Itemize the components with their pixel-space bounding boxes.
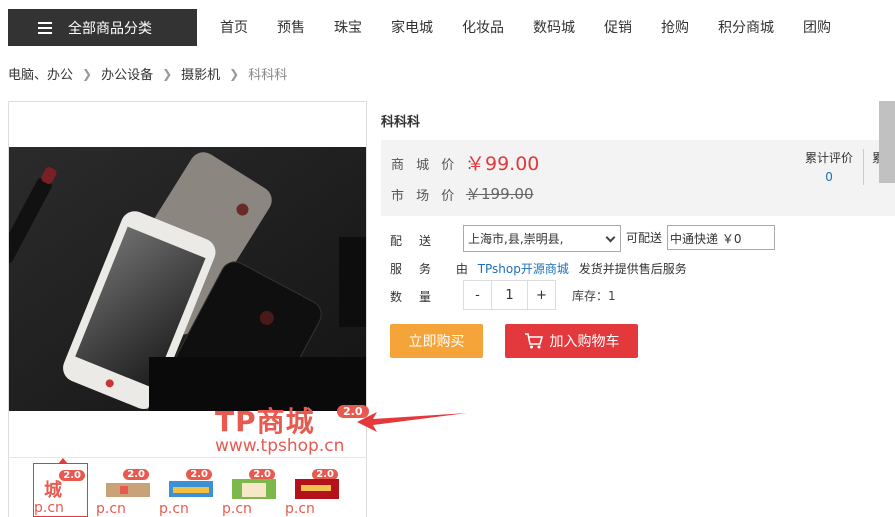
product-main-image[interactable] xyxy=(9,147,366,411)
review-count-link[interactable]: 0 xyxy=(805,170,853,184)
thumbnail-5[interactable]: 2.0 p.cn xyxy=(285,463,340,517)
shop-link[interactable]: TPshop开源商城 xyxy=(478,262,569,276)
nav-item-flash-sale[interactable]: 抢购 xyxy=(661,17,689,37)
price-box: 商 城 价 ： ￥99.00 市 场 价 ： ￥199.00 累计评价 0 累 xyxy=(381,140,895,216)
nav-item-home[interactable]: 首页 xyxy=(220,17,248,37)
chevron-down-icon xyxy=(605,232,616,243)
nav-item-presale[interactable]: 预售 xyxy=(277,17,305,37)
thumbnail-3[interactable]: 2.0 p.cn xyxy=(159,463,214,517)
express-option[interactable]: 中通快递 ￥0 xyxy=(667,225,775,250)
service-suffix: 发货并提供售后服务 xyxy=(578,262,687,276)
nav-item-appliances[interactable]: 家电城 xyxy=(391,17,433,37)
review-summary: 累计评价 0 xyxy=(805,149,853,184)
thumbnail-strip: 2.0 城 p.cn 2.0 p.cn 2.0 p.cn 2.0 p.cn 2.… xyxy=(33,463,348,517)
breadcrumb: 电脑、办公 ❯ 办公设备 ❯ 摄影机 ❯ 科科科 xyxy=(8,64,288,84)
thumb-url: p.cn xyxy=(96,501,126,517)
top-nav: 全部商品分类 首页 预售 珠宝 家电城 化妆品 数码城 促销 抢购 积分商城 团… xyxy=(0,0,895,56)
quantity-minus-button[interactable]: - xyxy=(463,280,492,310)
quantity-label: 数量 xyxy=(390,290,449,304)
cart-icon xyxy=(524,333,543,349)
thumb-url: p.cn xyxy=(222,501,252,517)
nav-item-digital[interactable]: 数码城 xyxy=(533,17,575,37)
crumb-camcorder[interactable]: 摄影机 xyxy=(181,64,220,83)
thumb-url: p.cn xyxy=(159,501,189,517)
crumb-office-equipment[interactable]: 办公设备 xyxy=(101,64,153,83)
stock-count: 库存：1 xyxy=(572,289,616,303)
service-prefix: 由 xyxy=(455,262,468,276)
main-menu: 首页 预售 珠宝 家电城 化妆品 数码城 促销 抢购 积分商城 团购 xyxy=(220,17,860,37)
crumb-computers-office[interactable]: 电脑、办公 xyxy=(8,64,73,83)
buy-now-button[interactable]: 立即购买 xyxy=(390,324,483,358)
service-row: 服务 由 TPshop开源商城 发货并提供售后服务 xyxy=(390,260,687,277)
annotation-arrow-icon xyxy=(357,412,467,432)
divider xyxy=(863,149,864,185)
nav-item-jewelry[interactable]: 珠宝 xyxy=(334,17,362,37)
add-to-cart-label: 加入购物车 xyxy=(549,334,620,350)
quantity-input[interactable]: 1 xyxy=(492,280,527,310)
service-label: 服务 xyxy=(390,262,449,276)
can-ship-label: 可配送 xyxy=(626,231,663,245)
market-price: ￥199.00 xyxy=(466,185,534,203)
watermark-title: TP商城 xyxy=(215,405,315,438)
nav-item-promotion[interactable]: 促销 xyxy=(604,17,632,37)
quantity-plus-button[interactable]: + xyxy=(527,280,556,310)
nav-item-group-buy[interactable]: 团购 xyxy=(803,17,831,37)
nav-item-cosmetics[interactable]: 化妆品 xyxy=(462,17,504,37)
all-categories-button[interactable]: 全部商品分类 xyxy=(8,9,197,46)
product-gallery: TP商城 2.0 www.tpshop.cn xyxy=(8,101,369,517)
chevron-right-icon: ❯ xyxy=(162,66,173,81)
quantity-stepper: - 1 + xyxy=(463,280,556,310)
watermark-url: www.tpshop.cn xyxy=(215,436,345,456)
shipping-region-value: 上海市,县,崇明县, xyxy=(468,232,564,246)
crumb-current-product: 科科科 xyxy=(248,68,288,83)
shipping-region-select[interactable]: 上海市,县,崇明县, xyxy=(463,225,621,252)
tpshop-watermark: TP商城 2.0 www.tpshop.cn xyxy=(215,400,369,456)
shipping-label: 配送 xyxy=(390,234,449,248)
thumb-url: p.cn xyxy=(34,500,64,516)
scrollbar-thumb[interactable] xyxy=(879,101,895,183)
all-categories-label: 全部商品分类 xyxy=(68,20,152,37)
thumbnail-4[interactable]: 2.0 p.cn xyxy=(222,463,277,517)
product-title: 科科科 xyxy=(381,115,421,130)
nav-item-points-mall[interactable]: 积分商城 xyxy=(718,17,774,37)
review-label: 累计评价 xyxy=(805,151,854,165)
thumb-url: p.cn xyxy=(285,501,315,517)
mall-price: ￥99.00 xyxy=(466,153,540,175)
add-to-cart-button[interactable]: 加入购物车 xyxy=(505,324,638,358)
thumbnail-2[interactable]: 2.0 p.cn xyxy=(96,463,151,517)
thumbnail-1[interactable]: 2.0 城 p.cn xyxy=(33,463,88,517)
svg-text:城: 城 xyxy=(44,479,62,500)
menu-icon xyxy=(38,21,54,35)
chevron-right-icon: ❯ xyxy=(229,66,240,81)
chevron-right-icon: ❯ xyxy=(82,66,93,81)
